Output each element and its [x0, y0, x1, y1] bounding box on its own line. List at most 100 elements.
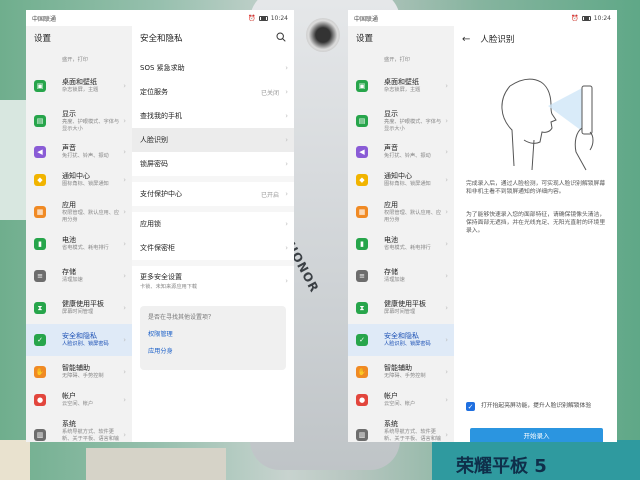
settings-item-account[interactable]: ● 帐户 云空间、帐户 › — [348, 388, 454, 412]
security-item[interactable]: 文件保密柜 › — [132, 236, 294, 260]
start-enroll-button[interactable]: 开始录入 — [470, 428, 603, 442]
settings-item-title: 系统 — [384, 420, 398, 428]
battery-icon: ▮ — [356, 238, 368, 250]
assist-icon: ✋ — [34, 366, 46, 378]
settings-item-partial[interactable]: 盛开，打印 — [26, 56, 132, 70]
face-header: ← 人脸识别 — [454, 26, 617, 52]
security-item-title: 锁屏密码 — [140, 160, 168, 168]
settings-item-title: 健康使用平板 — [384, 300, 426, 308]
settings-item-hourglass[interactable]: ⧗ 健康使用平板 屏幕时间管理 › — [26, 292, 132, 324]
settings-item-title: 智能辅助 — [384, 364, 412, 372]
security-item[interactable]: 更多安全设置 卡锁、未知来源应用下载 › — [132, 266, 294, 296]
carrier-label: 中国联通 — [354, 15, 379, 23]
settings-item-assist[interactable]: ✋ 智能辅助 无障碍、手势控制 › — [348, 356, 454, 388]
apps-icon: ▦ — [356, 206, 368, 218]
settings-item-subtitle: 亮度、护眼模式、字体与显示大小 — [384, 118, 442, 132]
settings-item-title: 应用 — [384, 200, 398, 209]
settings-item-sound[interactable]: ◀ 声音 免打扰、铃声、振动 › — [348, 140, 454, 164]
background-box-left — [0, 100, 26, 220]
settings-item-title: 存储 — [62, 268, 76, 276]
screenshot-face-recognition: 中国联通 ⏰ 10:24 设置 盛开，打印 ▣ 桌面和壁纸 杂志锁屏，主题 › ▤ 显示亮… — [348, 10, 617, 442]
settings-item-subtitle: 免打扰、铃声、振动 — [384, 153, 431, 159]
wallpaper-icon: ▣ — [34, 80, 46, 92]
chevron-right-icon: › — [445, 117, 448, 125]
settings-item-title: 声音 — [62, 144, 76, 152]
settings-item-partial[interactable]: 盛开，打印 — [348, 56, 454, 70]
settings-item-subtitle: 系统导航方式、软件更新、关于平板、语言和输入法 — [62, 429, 120, 442]
chevron-right-icon: › — [445, 208, 448, 216]
settings-item-subtitle: 无障碍、手势控制 — [62, 373, 104, 379]
settings-item-system[interactable]: ▥ 系统系统导航方式、软件更新、关于平板、语言和输入法› — [348, 412, 454, 442]
settings-item-display[interactable]: ▤ 显示 亮度、护眼模式、字体与显示大小 › — [26, 102, 132, 140]
security-item[interactable]: 定位服务 已关闭 › — [132, 80, 294, 104]
back-arrow-icon[interactable]: ← — [462, 34, 470, 45]
chevron-right-icon: › — [123, 82, 126, 90]
security-item[interactable]: 支付保护中心 已开启 › — [132, 182, 294, 206]
settings-item-account[interactable]: ● 帐户 云空间、帐户 › — [26, 388, 132, 412]
notification-icon: ◆ — [34, 174, 46, 186]
settings-item-title: 智能辅助 — [62, 364, 90, 372]
face-scan-illustration — [501, 78, 594, 171]
security-item[interactable]: 查找我的手机 › — [132, 104, 294, 128]
chevron-right-icon: › — [285, 277, 288, 285]
settings-item-sound[interactable]: ◀ 声音 免打扰、铃声、振动 › — [26, 140, 132, 164]
settings-item-subtitle: 省电模式、耗电排行 — [384, 245, 431, 251]
sound-icon: ◀ — [356, 146, 368, 158]
settings-item-shield[interactable]: ✓ 安全和隐私 人脸识别、锁屏密码 › — [348, 324, 454, 356]
security-item-title: 应用锁 — [140, 220, 161, 228]
settings-item-wallpaper[interactable]: ▣ 桌面和壁纸 杂志锁屏，主题 › — [348, 70, 454, 102]
checkbox-checked-icon[interactable]: ✓ — [466, 402, 475, 411]
shield-icon: ✓ — [34, 334, 46, 346]
settings-item-apps[interactable]: ▦ 应用 权限管理、默认应用、应用分身 › — [26, 196, 132, 228]
settings-item-apps[interactable]: ▦ 应用 权限管理、默认应用、应用分身 › — [348, 196, 454, 228]
system-icon: ▥ — [356, 429, 368, 441]
hourglass-icon: ⧗ — [356, 302, 368, 314]
security-item-title: SOS 紧急求助 — [140, 64, 185, 72]
settings-item-notification[interactable]: ◆ 通知中心 图标角标、锁屏通知 › — [348, 164, 454, 196]
chevron-right-icon: › — [445, 336, 448, 344]
settings-item-title: 通知中心 — [384, 172, 412, 180]
chevron-right-icon: › — [445, 240, 448, 248]
search-icon[interactable] — [276, 32, 286, 42]
security-item-subtitle: 卡锁、未知来源应用下载 — [140, 284, 198, 290]
settings-item-system[interactable]: ▥ 系统系统导航方式、软件更新、关于平板、语言和输入法› — [26, 412, 132, 442]
settings-item-display[interactable]: ▤ 显示 亮度、护眼模式、字体与显示大小 › — [348, 102, 454, 140]
settings-item-title: 健康使用平板 — [62, 300, 104, 308]
settings-list: 盛开，打印 ▣ 桌面和壁纸 杂志锁屏，主题 › ▤ 显示 亮度、护眼模式、字体与显示大小 › ◀… — [26, 56, 132, 442]
face-description-2: 为了能够快速录入您的面部特征，请确保镜像头清洁，保持面部无遮挡，并在光线充足、无… — [466, 212, 606, 234]
settings-item-assist[interactable]: ✋ 智能辅助 无障碍、手势控制 › — [26, 356, 132, 388]
suggestion-link-permissions[interactable]: 权限管理 — [148, 326, 278, 343]
notification-icon: ◆ — [356, 174, 368, 186]
settings-item-subtitle: 云空间、帐户 — [62, 401, 94, 407]
settings-item-subtitle: 杂志锁屏，主题 — [62, 87, 99, 93]
sound-icon: ◀ — [34, 146, 46, 158]
settings-item-title: 存储 — [384, 268, 398, 276]
security-item[interactable]: 人脸识别 › — [132, 128, 294, 152]
hourglass-icon: ⧗ — [34, 302, 46, 314]
storage-icon: ≡ — [356, 270, 368, 282]
settings-item-subtitle: 清理加速 — [384, 277, 405, 283]
screenshot-security-menu: 中国联通 ⏰ 10:24 设置 盛开，打印 ▣ 桌面和壁纸 杂志锁屏，主题 › ▤ 显示亮… — [26, 10, 294, 442]
settings-item-shield[interactable]: ✓ 安全和隐私 人脸识别、锁屏密码 › — [26, 324, 132, 356]
raise-to-wake-option[interactable]: ✓ 打开抬起亮屏功能，提升人脸识别解锁体验 — [466, 402, 609, 411]
settings-item-title: 桌面和壁纸 — [62, 78, 97, 86]
chevron-right-icon: › — [123, 117, 126, 125]
settings-item-title: 电池 — [384, 236, 398, 244]
settings-item-battery[interactable]: ▮ 电池 省电模式、耗电排行 › — [26, 228, 132, 260]
chevron-right-icon: › — [445, 272, 448, 280]
security-item[interactable]: 应用锁 › — [132, 212, 294, 236]
settings-item-storage[interactable]: ≡ 存储 清理加速 › — [348, 260, 454, 292]
settings-item-hourglass[interactable]: ⧗ 健康使用平板 屏幕时间管理 › — [348, 292, 454, 324]
settings-item-storage[interactable]: ≡ 存储 清理加速 › — [26, 260, 132, 292]
chevron-right-icon: › — [285, 220, 288, 228]
settings-item-notification[interactable]: ◆ 通知中心 图标角标、锁屏通知 › — [26, 164, 132, 196]
chevron-right-icon: › — [445, 304, 448, 312]
settings-item-subtitle: 亮度、护眼模式、字体与显示大小 — [62, 118, 120, 132]
security-item[interactable]: SOS 紧急求助 › — [132, 56, 294, 80]
security-panel: 安全和隐私 SOS 紧急求助 › 定位服务 已关闭 › 查找我的手机 › 人脸识别 › 锁屏密码 ›… — [132, 26, 294, 442]
display-icon: ▤ — [34, 115, 46, 127]
settings-item-battery[interactable]: ▮ 电池 省电模式、耗电排行 › — [348, 228, 454, 260]
settings-item-wallpaper[interactable]: ▣ 桌面和壁纸 杂志锁屏，主题 › — [26, 70, 132, 102]
security-item[interactable]: 锁屏密码 › — [132, 152, 294, 176]
suggestion-link-app-twin[interactable]: 应用分身 — [148, 343, 278, 360]
